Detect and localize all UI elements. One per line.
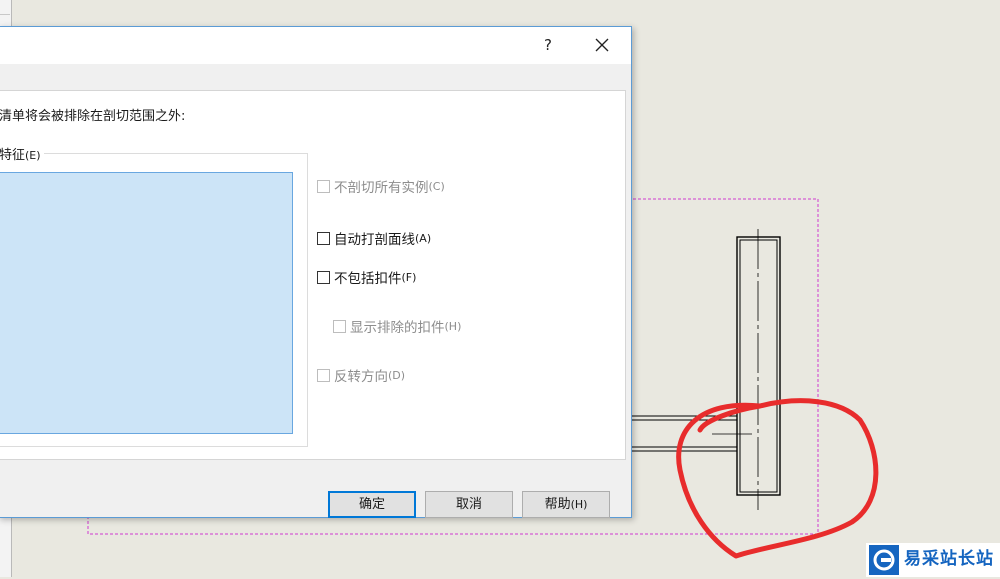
ok-button[interactable]: 确定 [328,491,416,518]
section-scope-dialog: ? 清单将会被排除在剖切范围之外: 特征(E) 不剖切所有实例 (C) 自动打剖面… [0,26,632,518]
checkbox-box [333,319,346,333]
help-icon[interactable]: ? [533,31,563,59]
no-section-all-instances-checkbox[interactable]: 不剖切所有实例 (C) [317,176,445,196]
show-excluded-fasteners-checkbox[interactable]: 显示排除的扣件 (H) [333,316,461,336]
close-icon [595,38,609,52]
checkbox-box [317,270,330,284]
watermark-logo-icon [869,545,899,575]
dialog-titlebar[interactable]: ? [0,27,631,64]
features-group-label: 特征(E) [0,144,44,163]
features-listbox[interactable] [0,172,293,434]
dialog-content-panel: 清单将会被排除在剖切范围之外: 特征(E) 不剖切所有实例 (C) 自动打剖面线(… [0,90,626,460]
drawing-part-vertical-member [736,229,781,510]
checkbox-box [317,179,330,193]
watermark-logo: 易采站长站 [866,543,1000,577]
checkbox-box [317,368,330,382]
auto-hatching-checkbox[interactable]: 自动打剖面线 (A) [317,228,431,248]
cancel-button[interactable]: 取消 [425,491,513,518]
watermark-text: 易采站长站 [904,549,994,569]
reverse-direction-checkbox[interactable]: 反转方向 (D) [317,365,405,385]
instruction-text: 清单将会被排除在剖切范围之外: [0,109,186,124]
exclude-fasteners-checkbox[interactable]: 不包括扣件 (F) [317,267,416,287]
help-button[interactable]: 帮助(H) [522,491,610,518]
close-button[interactable] [585,31,619,59]
checkbox-box [317,231,330,245]
